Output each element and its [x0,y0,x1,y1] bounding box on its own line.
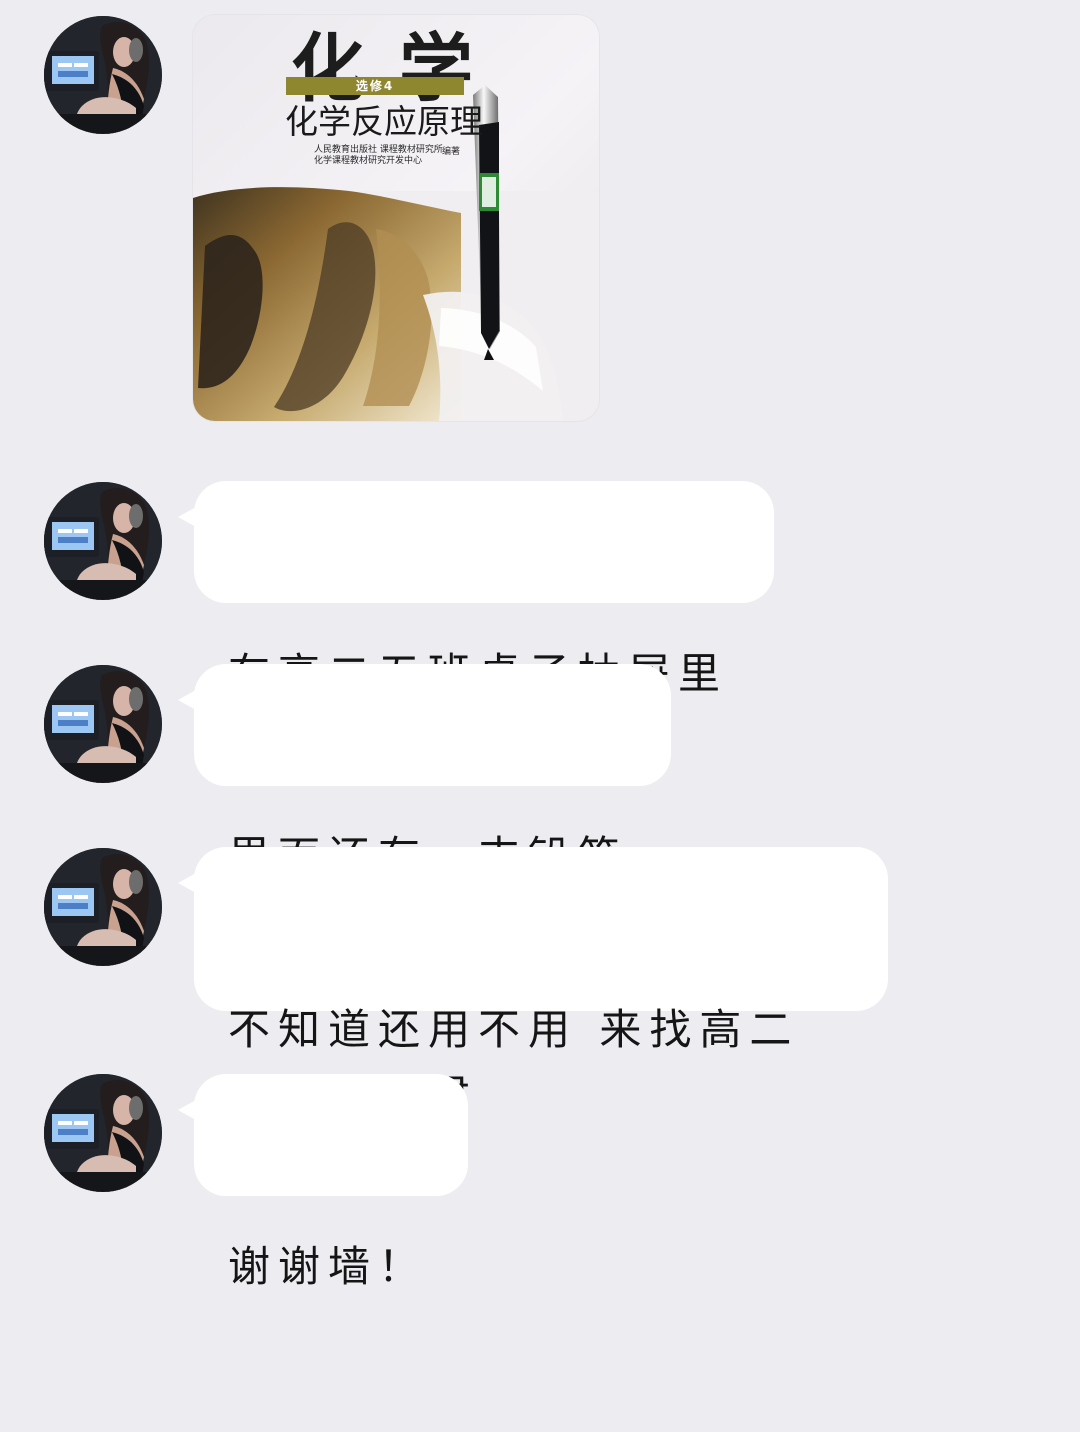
sender-avatar[interactable] [44,482,162,600]
book-heading: 化学反应原理 [285,102,483,141]
book-publisher-line-2: 化学课程教材研究开发中心 [314,156,423,166]
message-bubble[interactable]: 在高二五班桌子抽屉里 [178,481,774,698]
sender-avatar[interactable] [44,16,162,134]
book-publisher-line-1: 人民教育出版社 课程教材研究所 [314,145,443,155]
book-editor-label: 编著 [442,147,461,157]
sender-avatar[interactable] [44,848,162,966]
book-subtitle: 选修4 [286,77,464,95]
sender-avatar[interactable] [44,665,162,783]
message-text: 谢谢墙！ [228,1242,429,1291]
message-bubble[interactable]: 不知道还用不用 来找高二 五班韩卓君 [178,847,888,1120]
chat-screen: { "colors": { "background": "#ededf1", "… [0,0,1080,1291]
message-bubble[interactable]: 里面还有一支铅笔 [178,664,671,881]
message-bubble[interactable]: 谢谢墙！ [178,1074,468,1291]
sender-avatar[interactable] [44,1074,162,1192]
chat-message-list[interactable]: 化学 选修4 化学反应原理 人民教育出版社 课程教材研究所 化学课程教材研究开发… [0,0,1080,1291]
image-message[interactable]: 化学 选修4 化学反应原理 人民教育出版社 课程教材研究所 化学课程教材研究开发… [193,15,599,421]
